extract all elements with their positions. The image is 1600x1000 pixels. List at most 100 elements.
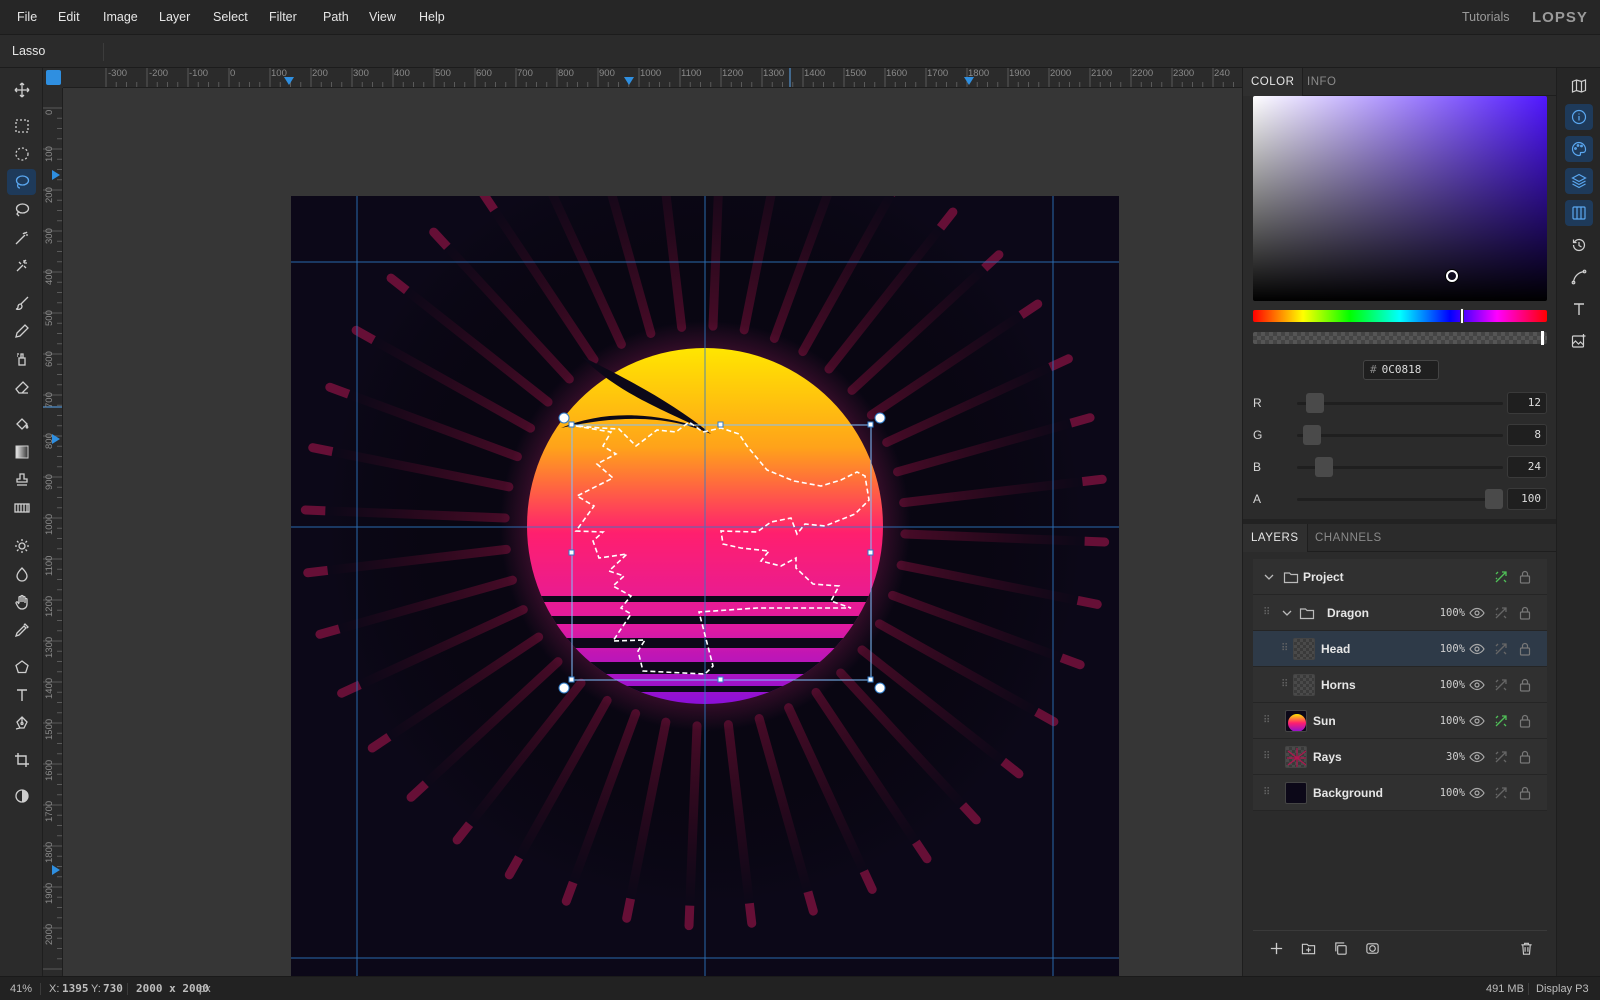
layer-opacity[interactable]: 100%	[1425, 631, 1465, 667]
menu-image[interactable]: Image	[103, 0, 138, 35]
add-layer-button[interactable]	[1267, 939, 1285, 957]
color-panel-button[interactable]	[1565, 136, 1593, 162]
stamp-tool[interactable]	[7, 467, 36, 493]
channel-b-thumb[interactable]	[1314, 457, 1333, 477]
eraser-tool[interactable]	[7, 374, 36, 400]
shape-tool[interactable]	[7, 654, 36, 680]
drag-handle-icon[interactable]: ⠿	[1263, 786, 1271, 800]
move-tool[interactable]	[7, 77, 36, 103]
info-panel-button[interactable]	[1565, 104, 1593, 130]
dodge-tool[interactable]	[7, 533, 36, 559]
pencil-tool[interactable]	[7, 318, 36, 344]
brush-tool[interactable]	[7, 290, 36, 316]
eye-icon[interactable]	[1469, 677, 1485, 693]
drag-handle-icon[interactable]: ⠿	[1281, 642, 1289, 656]
lock-icon[interactable]	[1517, 749, 1533, 765]
menu-select[interactable]: Select	[213, 0, 248, 35]
hue-handle[interactable]	[1460, 308, 1464, 324]
drag-handle-icon[interactable]: ⠿	[1263, 606, 1271, 620]
channel-g-slider[interactable]	[1297, 425, 1503, 445]
fx-icon[interactable]	[1493, 605, 1509, 621]
guide-color-swatch[interactable]	[46, 70, 61, 85]
channel-b-input[interactable]: 24	[1507, 456, 1547, 478]
eye-icon[interactable]	[1469, 785, 1485, 801]
paths-panel-button[interactable]	[1565, 264, 1593, 290]
fx-icon[interactable]	[1493, 785, 1509, 801]
menu-layer[interactable]: Layer	[159, 0, 190, 35]
channel-g-input[interactable]: 8	[1507, 424, 1547, 446]
rect-select-tool[interactable]	[7, 113, 36, 139]
quick-select-tool[interactable]	[7, 253, 36, 279]
eyedropper-tool[interactable]	[7, 617, 36, 643]
channel-r-input[interactable]: 12	[1507, 392, 1547, 414]
guide-marker[interactable]	[624, 77, 634, 85]
channel-g-thumb[interactable]	[1302, 425, 1321, 445]
layers-panel-button[interactable]	[1565, 168, 1593, 194]
fx-icon[interactable]	[1493, 569, 1509, 585]
tab-layers[interactable]: LAYERS	[1243, 524, 1308, 552]
pen-tool[interactable]	[7, 710, 36, 736]
layer-row-project[interactable]: Project	[1253, 559, 1547, 595]
alpha-slider[interactable]	[1253, 331, 1547, 345]
tab-channels[interactable]: CHANNELS	[1307, 524, 1390, 552]
lock-icon[interactable]	[1517, 677, 1533, 693]
lock-icon[interactable]	[1517, 569, 1533, 585]
zoom-level[interactable]: 41%	[10, 977, 32, 1000]
hand-tool[interactable]	[7, 589, 36, 615]
burn-tool[interactable]	[7, 561, 36, 587]
layer-opacity[interactable]: 100%	[1425, 703, 1465, 739]
drag-handle-icon[interactable]: ⠿	[1281, 678, 1289, 692]
tab-info[interactable]: INFO	[1299, 68, 1344, 96]
lasso-tool[interactable]	[7, 169, 36, 195]
ellipse-select-tool[interactable]	[7, 141, 36, 167]
tutorials-link[interactable]: Tutorials	[1462, 0, 1509, 35]
menu-file[interactable]: File	[17, 0, 37, 35]
picker-handle[interactable]	[1446, 270, 1458, 282]
navigator-panel-button[interactable]	[1565, 73, 1593, 99]
drag-handle-icon[interactable]: ⠿	[1263, 750, 1271, 764]
menu-view[interactable]: View	[369, 0, 396, 35]
layer-row-background[interactable]: ⠿ Background 100%	[1253, 775, 1547, 811]
hue-slider[interactable]	[1253, 308, 1547, 324]
eye-icon[interactable]	[1469, 605, 1485, 621]
text-tool[interactable]	[7, 682, 36, 708]
eye-icon[interactable]	[1469, 713, 1485, 729]
drag-handle-icon[interactable]: ⠿	[1263, 714, 1271, 728]
clone-tool[interactable]	[7, 346, 36, 372]
layer-opacity[interactable]: 100%	[1425, 595, 1465, 631]
delete-layer-button[interactable]	[1517, 939, 1535, 957]
chevron-down-icon[interactable]	[1261, 569, 1277, 585]
channel-r-thumb[interactable]	[1305, 393, 1324, 413]
guide-marker[interactable]	[52, 170, 60, 180]
bucket-tool[interactable]	[7, 411, 36, 437]
channel-b-slider[interactable]	[1297, 457, 1503, 477]
history-panel-button[interactable]	[1565, 232, 1593, 258]
horizontal-ruler[interactable]: -300 -200 -100 0 100 200 300 400 500 600…	[63, 68, 1242, 88]
hex-input[interactable]: #0C0818	[1363, 360, 1439, 380]
menu-edit[interactable]: Edit	[58, 0, 80, 35]
chevron-down-icon[interactable]	[1279, 605, 1295, 621]
layer-opacity[interactable]: 100%	[1425, 775, 1465, 811]
crop-tool[interactable]	[7, 747, 36, 773]
fx-icon[interactable]	[1493, 677, 1509, 693]
vertical-ruler[interactable]: 0 100 200 300 400 500 600 700 800 900 10…	[43, 88, 63, 976]
eye-icon[interactable]	[1469, 749, 1485, 765]
fx-icon[interactable]	[1493, 749, 1509, 765]
canvas-workspace[interactable]	[63, 88, 1242, 976]
channel-a-input[interactable]: 100	[1507, 488, 1547, 510]
layer-row-horns[interactable]: ⠿ Horns 100%	[1253, 667, 1547, 703]
eye-icon[interactable]	[1469, 641, 1485, 657]
layer-row-sun[interactable]: ⠿ Sun 100%	[1253, 703, 1547, 739]
channels-panel-button[interactable]	[1565, 200, 1593, 226]
gradient-tool[interactable]	[7, 439, 36, 465]
channel-a-thumb[interactable]	[1485, 489, 1503, 509]
fx-icon[interactable]	[1493, 641, 1509, 657]
menu-filter[interactable]: Filter	[269, 0, 297, 35]
document-canvas[interactable]	[291, 196, 1119, 976]
layer-opacity[interactable]: 100%	[1425, 667, 1465, 703]
add-group-button[interactable]	[1299, 939, 1317, 957]
mask-layer-button[interactable]	[1363, 939, 1381, 957]
contrast-tool[interactable]	[7, 783, 36, 809]
tab-color[interactable]: COLOR	[1243, 68, 1304, 96]
channel-r-slider[interactable]	[1297, 393, 1503, 413]
